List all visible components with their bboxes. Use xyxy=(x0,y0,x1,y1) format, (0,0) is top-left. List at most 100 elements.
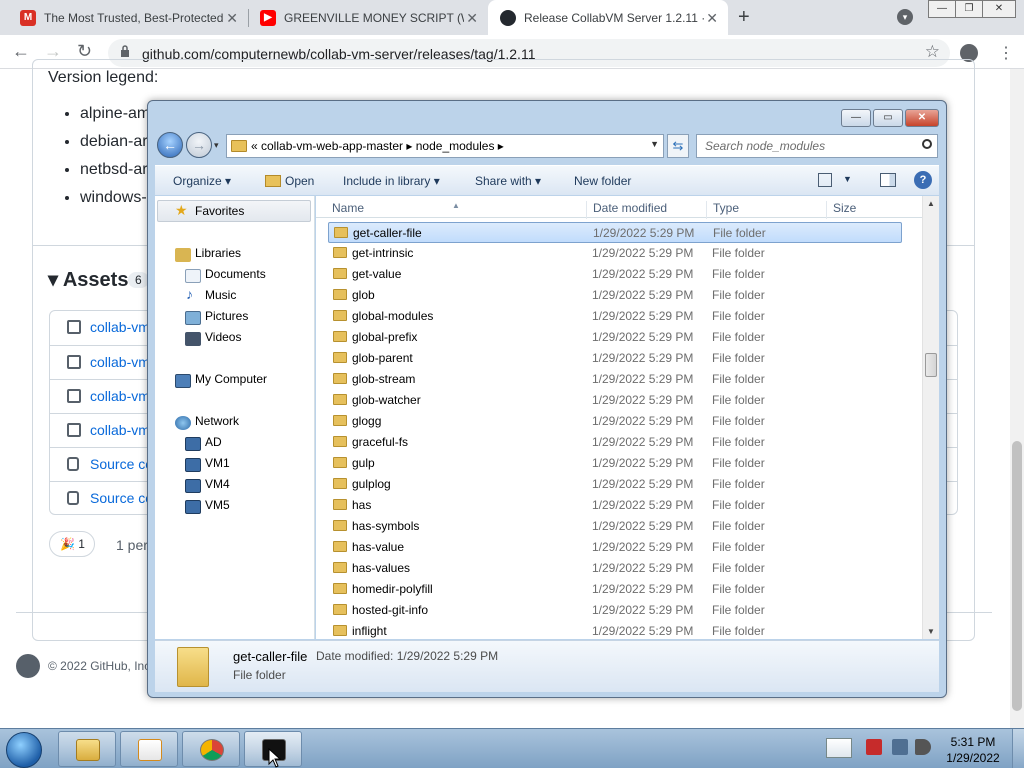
page-scrollbar[interactable] xyxy=(1010,69,1024,728)
file-row[interactable]: has 1/29/2022 5:29 PM File folder xyxy=(328,495,902,516)
file-row[interactable]: get-value 1/29/2022 5:29 PM File folder xyxy=(328,264,902,285)
file-row[interactable]: has-value 1/29/2022 5:29 PM File folder xyxy=(328,537,902,558)
folder-icon xyxy=(333,520,347,531)
nav-my-computer[interactable]: My Computer xyxy=(195,372,267,386)
file-row[interactable]: get-intrinsic 1/29/2022 5:29 PM File folde… xyxy=(328,243,902,264)
language-bar-icon[interactable] xyxy=(826,738,852,758)
file-row[interactable]: homedir-polyfill 1/29/2022 5:29 PM File fo… xyxy=(328,579,902,600)
file-row[interactable]: has-symbols 1/29/2022 5:29 PM File folder xyxy=(328,516,902,537)
reaction-button[interactable]: 🎉 1 xyxy=(49,531,95,557)
column-separator[interactable] xyxy=(706,201,707,219)
tab-gmail[interactable]: M The Most Trusted, Best-Protected ✕ xyxy=(8,0,248,35)
organize-button[interactable]: Organize ▾ xyxy=(173,174,231,188)
network-tray-icon[interactable] xyxy=(892,739,908,755)
help-icon[interactable]: ? xyxy=(914,171,932,189)
tab-search-icon[interactable]: ▾ xyxy=(897,9,913,25)
back-icon[interactable]: ← xyxy=(157,132,183,158)
file-row[interactable]: get-caller-file 1/29/2022 5:29 PM File fol… xyxy=(328,222,902,243)
column-type[interactable]: Type xyxy=(713,201,739,215)
chevron-down-icon[interactable]: ▼ xyxy=(650,139,659,149)
file-type: File folder xyxy=(712,540,765,554)
asset-link[interactable]: collab-vm xyxy=(90,354,150,370)
file-row[interactable]: glob-parent 1/29/2022 5:29 PM File folder xyxy=(328,348,902,369)
address-bar[interactable]: « collab-vm-web-app-master ▸ node_module… xyxy=(226,134,664,158)
refresh-icon[interactable]: ⇆ xyxy=(667,134,689,158)
nav-network[interactable]: Network xyxy=(195,414,239,428)
minimize-button[interactable]: — xyxy=(928,0,956,18)
clock[interactable]: 5:31 PM 1/29/2022 xyxy=(940,734,1006,766)
scrollbar-thumb[interactable] xyxy=(925,353,937,377)
close-button[interactable]: ✕ xyxy=(905,109,939,127)
file-date-modified: 1/29/2022 5:29 PM xyxy=(592,498,694,512)
file-row[interactable]: gulplog 1/29/2022 5:29 PM File folder xyxy=(328,474,902,495)
tab-github[interactable]: Release CollabVM Server 1.2.11 · ✕ xyxy=(488,0,728,35)
nav-libraries[interactable]: Libraries xyxy=(195,246,241,260)
column-separator[interactable] xyxy=(826,201,827,219)
menu-kebab-icon[interactable]: ⋮ xyxy=(998,43,1014,63)
file-row[interactable]: has-values 1/29/2022 5:29 PM File folder xyxy=(328,558,902,579)
view-options-icon[interactable] xyxy=(818,173,832,187)
file-row[interactable]: global-prefix 1/29/2022 5:29 PM File folde… xyxy=(328,327,902,348)
page-scrollbar-thumb[interactable] xyxy=(1012,441,1022,711)
file-row[interactable]: gulp 1/29/2022 5:29 PM File folder xyxy=(328,453,902,474)
nav-music[interactable]: Music xyxy=(205,288,236,302)
file-row[interactable]: inflight 1/29/2022 5:29 PM File folder xyxy=(328,621,902,639)
asset-link[interactable]: collab-vm xyxy=(90,422,150,438)
new-tab-button[interactable]: + xyxy=(738,6,750,29)
nav-favorites[interactable]: Favorites xyxy=(195,204,244,218)
scroll-down-icon[interactable]: ▼ xyxy=(927,627,935,636)
close-icon[interactable]: ✕ xyxy=(226,10,238,27)
include-in-library-button[interactable]: Include in library ▾ xyxy=(343,174,440,188)
column-date-modified[interactable]: Date modified xyxy=(593,201,667,215)
nav-vm4[interactable]: VM4 xyxy=(205,477,230,491)
nav-vm1[interactable]: VM1 xyxy=(205,456,230,470)
forward-icon[interactable]: → xyxy=(186,132,212,158)
search-input[interactable]: Search node_modules xyxy=(696,134,938,158)
file-row[interactable]: glogg 1/29/2022 5:29 PM File folder xyxy=(328,411,902,432)
taskbar-chrome[interactable] xyxy=(182,731,240,767)
assets-toggle[interactable]: ▾ Assets xyxy=(48,267,128,292)
tab-youtube[interactable]: ▶ GREENVILLE MONEY SCRIPT (WO ✕ xyxy=(248,0,488,35)
nav-documents[interactable]: Documents xyxy=(205,267,266,281)
maximize-button[interactable]: ▭ xyxy=(873,109,903,127)
volume-icon[interactable] xyxy=(915,739,931,755)
close-window-button[interactable]: ✕ xyxy=(982,0,1016,18)
file-row[interactable]: hosted-git-info 1/29/2022 5:29 PM File fol… xyxy=(328,600,902,621)
chevron-down-icon[interactable]: ▼ xyxy=(843,174,852,184)
start-button[interactable] xyxy=(6,732,42,768)
new-folder-button[interactable]: New folder xyxy=(574,174,631,188)
taskbar-explorer[interactable] xyxy=(58,731,116,767)
minimize-button[interactable]: — xyxy=(841,109,871,127)
nav-vm5[interactable]: VM5 xyxy=(205,498,230,512)
file-row[interactable]: glob-watcher 1/29/2022 5:29 PM File folder xyxy=(328,390,902,411)
preview-pane-icon[interactable] xyxy=(880,173,896,187)
file-row[interactable]: glob 1/29/2022 5:29 PM File folder xyxy=(328,285,902,306)
github-logo-icon[interactable] xyxy=(16,654,40,678)
file-row[interactable]: glob-stream 1/29/2022 5:29 PM File folder xyxy=(328,369,902,390)
breadcrumb[interactable]: « collab-vm-web-app-master ▸ node_module… xyxy=(251,139,504,153)
file-list-scrollbar[interactable]: ▲ ▼ xyxy=(922,196,939,639)
column-name[interactable]: Name xyxy=(332,201,364,215)
asset-link[interactable]: collab-vm xyxy=(90,319,150,335)
nav-pictures[interactable]: Pictures xyxy=(205,309,248,323)
action-center-icon[interactable] xyxy=(866,739,882,755)
back-arrow-icon[interactable]: ← xyxy=(12,41,30,62)
column-separator[interactable] xyxy=(586,201,587,219)
close-icon[interactable]: ✕ xyxy=(706,10,718,27)
restore-button[interactable]: ❐ xyxy=(955,0,983,18)
close-icon[interactable]: ✕ xyxy=(466,10,478,27)
column-size[interactable]: Size xyxy=(833,201,856,215)
scroll-up-icon[interactable]: ▲ xyxy=(927,199,935,208)
show-desktop-button[interactable] xyxy=(1012,729,1024,768)
asset-link[interactable]: collab-vm xyxy=(90,388,150,404)
asset-link[interactable]: Source co xyxy=(90,456,153,472)
file-row[interactable]: global-modules 1/29/2022 5:29 PM File fold… xyxy=(328,306,902,327)
asset-link[interactable]: Source co xyxy=(90,490,153,506)
taskbar-media-player[interactable] xyxy=(120,731,178,767)
recent-pages-dropdown-icon[interactable]: ▾ xyxy=(214,140,219,151)
open-button[interactable]: Open xyxy=(265,174,314,188)
nav-ad[interactable]: AD xyxy=(205,435,222,449)
nav-videos[interactable]: Videos xyxy=(205,330,241,344)
file-row[interactable]: graceful-fs 1/29/2022 5:29 PM File folder xyxy=(328,432,902,453)
share-with-button[interactable]: Share with ▾ xyxy=(475,174,541,188)
